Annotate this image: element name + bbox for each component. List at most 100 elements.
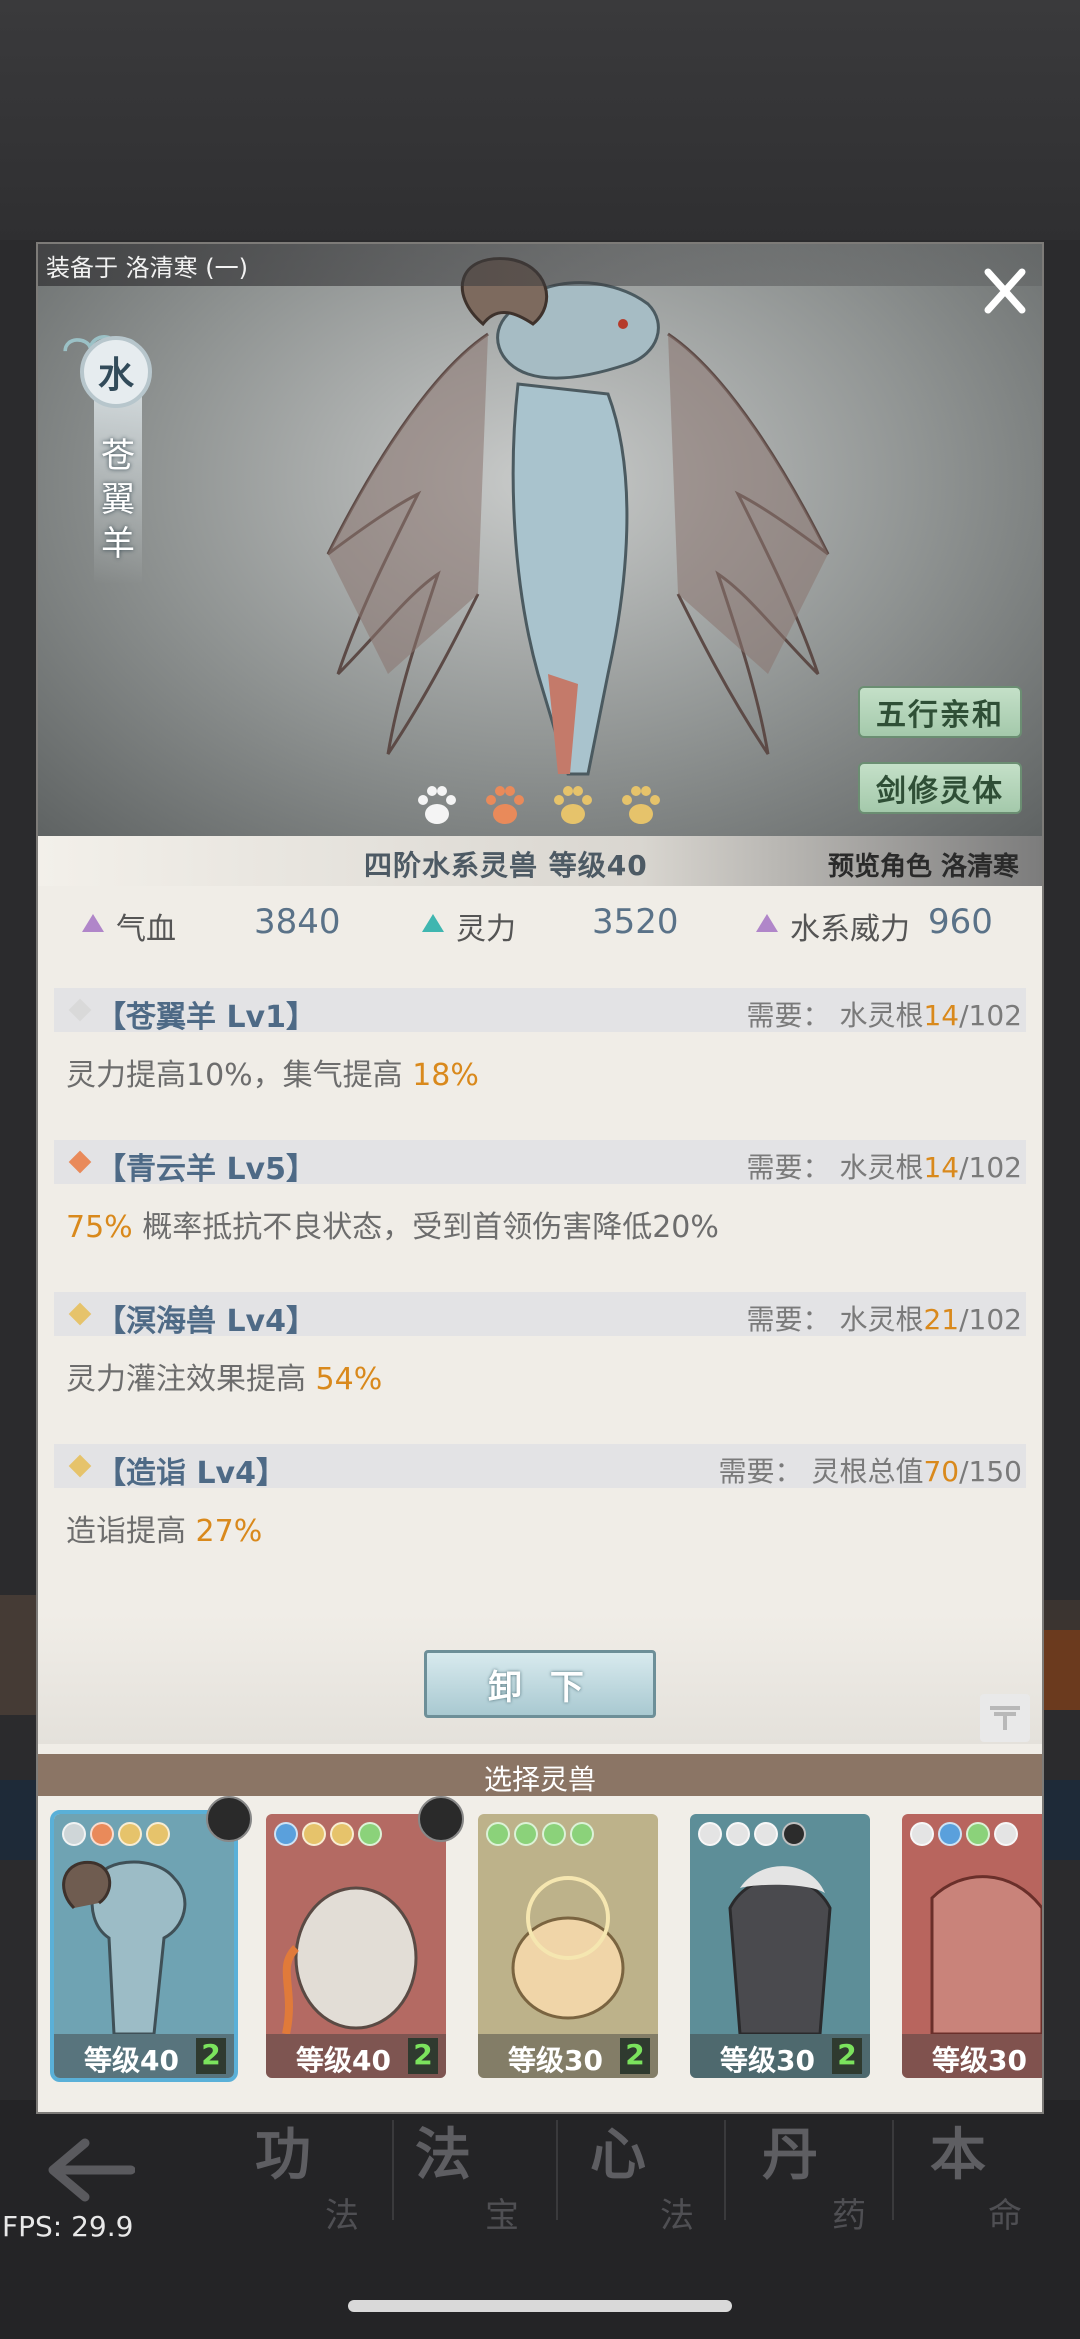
skill-description: 灵力灌注效果提高 54% <box>66 1362 383 1397</box>
element-dot <box>726 1822 750 1846</box>
back-arrow-icon[interactable] <box>45 2135 135 2205</box>
preview-character[interactable]: 预览角色 洛清寒 <box>828 846 1019 883</box>
stat-value: 3840 <box>254 902 341 942</box>
element-dot <box>938 1822 962 1846</box>
card-footer: 等级40 2 <box>54 2034 234 2078</box>
owner-avatar <box>206 1796 252 1842</box>
beast-rank-level: 四阶水系灵兽 等级40 <box>364 849 648 882</box>
nav-tab-label: 心 <box>590 2122 646 2188</box>
card-level: 等级30 <box>932 2044 1027 2077</box>
home-indicator[interactable] <box>348 2300 732 2312</box>
card-level: 等级40 <box>296 2044 391 2077</box>
nav-tab-label: 法 <box>415 2122 471 2188</box>
skill-diamond-icon <box>68 998 92 1022</box>
element-dot <box>302 1822 326 1846</box>
card-footer: 等级30 <box>902 2034 1042 2078</box>
skill-diamond-icon <box>68 1454 92 1478</box>
card-level: 等级30 <box>508 2044 603 2077</box>
fps-counter: FPS: 29.9 <box>2 2210 134 2243</box>
skill-requirement: 需要： 水灵根14/102 <box>746 1151 1022 1184</box>
close-icon[interactable] <box>978 264 1032 318</box>
element-dot <box>570 1822 594 1846</box>
element-dots <box>698 1822 806 1850</box>
element-dot <box>782 1822 806 1846</box>
beast-stats: 气血 3840 灵力 3520 水系威力 960 <box>38 896 1042 956</box>
skill-diamond-icon <box>68 1150 92 1174</box>
skill-name: 【溟海兽 Lv4】 <box>96 1304 316 1339</box>
nav-tab-sublabel: 命 <box>988 2196 1022 2236</box>
stat-triangle-icon <box>756 914 778 932</box>
element-dot <box>146 1822 170 1846</box>
beast-portrait <box>62 1860 187 2034</box>
nav-tab-sublabel: 法 <box>660 2196 694 2236</box>
beast-portrait <box>728 1866 832 2034</box>
skill-description: 造诣提高 27% <box>66 1514 263 1549</box>
nav-tab-benming[interactable]: 本 命 <box>930 2110 1080 2240</box>
nav-tab-sublabel: 宝 <box>485 2196 519 2236</box>
beast-card[interactable]: 等级40 2 <box>266 1814 446 2078</box>
scroll-icon[interactable] <box>980 1694 1030 1742</box>
element-dot <box>90 1822 114 1846</box>
card-count: 2 <box>620 2038 650 2074</box>
element-dot <box>754 1822 778 1846</box>
skill-description: 75% 概率抵抗不良状态，受到首领伤害降低20% <box>66 1210 719 1245</box>
nav-tab-gongfa[interactable]: 功 法 <box>255 2110 405 2240</box>
skill-header: 【苍翼羊 Lv1】 需要： 水灵根14/102 <box>54 988 1026 1035</box>
element-dot <box>514 1822 538 1846</box>
card-footer: 等级30 2 <box>690 2034 870 2078</box>
stat-triangle-icon <box>82 914 104 932</box>
beast-card[interactable]: 等级30 2 <box>690 1814 870 2078</box>
skill-header: 【溟海兽 Lv4】 需要： 水灵根21/102 <box>54 1292 1026 1339</box>
nav-tab-label: 本 <box>930 2122 986 2188</box>
skill-header: 【造诣 Lv4】 需要： 灵根总值70/150 <box>54 1444 1026 1491</box>
select-beast-title: 选择灵兽 <box>483 1763 596 1796</box>
stat-label: 水系威力 <box>790 912 910 947</box>
nav-tab-xinfa[interactable]: 心 法 <box>590 2110 740 2240</box>
element-dot <box>486 1822 510 1846</box>
element-dot <box>358 1822 382 1846</box>
beast-card-list: 等级40 2 等级40 2 等级30 2 等级30 2 等级30 <box>38 1796 1042 2112</box>
beast-card[interactable]: 等级30 2 <box>478 1814 658 2078</box>
element-dot <box>62 1822 86 1846</box>
beast-card[interactable]: 等级30 <box>902 1814 1042 2078</box>
paw-rank-icon <box>418 786 456 824</box>
stat-label: 气血 <box>116 912 176 947</box>
beast-illustration <box>326 257 830 776</box>
element-dot <box>274 1822 298 1846</box>
element-dot <box>698 1822 722 1846</box>
element-dot <box>910 1822 934 1846</box>
skill-requirement: 需要： 灵根总值70/150 <box>718 1455 1022 1488</box>
element-dot <box>118 1822 142 1846</box>
card-level: 等级30 <box>720 2044 815 2077</box>
nav-divider <box>724 2120 726 2220</box>
paw-rank-icon <box>622 786 660 824</box>
background-header <box>0 0 1080 240</box>
sword-body-button[interactable]: 剑修灵体 <box>858 762 1022 814</box>
nav-tab-sublabel: 药 <box>832 2196 866 2236</box>
skill-description: 灵力提高10%，集气提高 18% <box>66 1058 479 1093</box>
nav-tab-label: 丹 <box>762 2122 818 2188</box>
paw-rank-icon <box>554 786 592 824</box>
nav-tab-danyao[interactable]: 丹 药 <box>762 2110 912 2240</box>
skill-name: 【造诣 Lv4】 <box>96 1456 286 1491</box>
beast-info-bar: 四阶水系灵兽 等级40 预览角色 洛清寒 <box>38 836 1042 886</box>
equipped-label: 装备于 洛清寒 (一) <box>46 254 248 282</box>
beast-showcase: 装备于 洛清寒 (一) 水 苍翼羊 五行亲和 剑修灵体 <box>38 244 1042 836</box>
element-dots <box>910 1822 1018 1850</box>
skill-name: 【苍翼羊 Lv1】 <box>96 1000 316 1035</box>
card-count: 2 <box>832 2038 862 2074</box>
nav-tab-sublabel: 法 <box>325 2196 359 2236</box>
element-dot <box>542 1822 566 1846</box>
skill-name: 【青云羊 Lv5】 <box>96 1152 316 1187</box>
skill-header: 【青云羊 Lv5】 需要： 水灵根14/102 <box>54 1140 1026 1187</box>
paw-rank-icon <box>486 786 524 824</box>
owner-avatar <box>418 1796 464 1842</box>
nav-tab-fabao[interactable]: 法 宝 <box>415 2110 565 2240</box>
background-edge <box>1040 1630 1080 1710</box>
beast-name-vertical: 苍翼羊 <box>101 436 135 564</box>
unequip-button[interactable]: 卸 下 <box>424 1650 656 1718</box>
skill-diamond-icon <box>68 1302 92 1326</box>
beast-card[interactable]: 等级40 2 <box>50 1810 238 2082</box>
spirit-beast-panel: 装备于 洛清寒 (一) 水 苍翼羊 五行亲和 剑修灵体 四阶水系灵兽 等级40 … <box>36 242 1044 2114</box>
five-elements-button[interactable]: 五行亲和 <box>858 686 1022 738</box>
